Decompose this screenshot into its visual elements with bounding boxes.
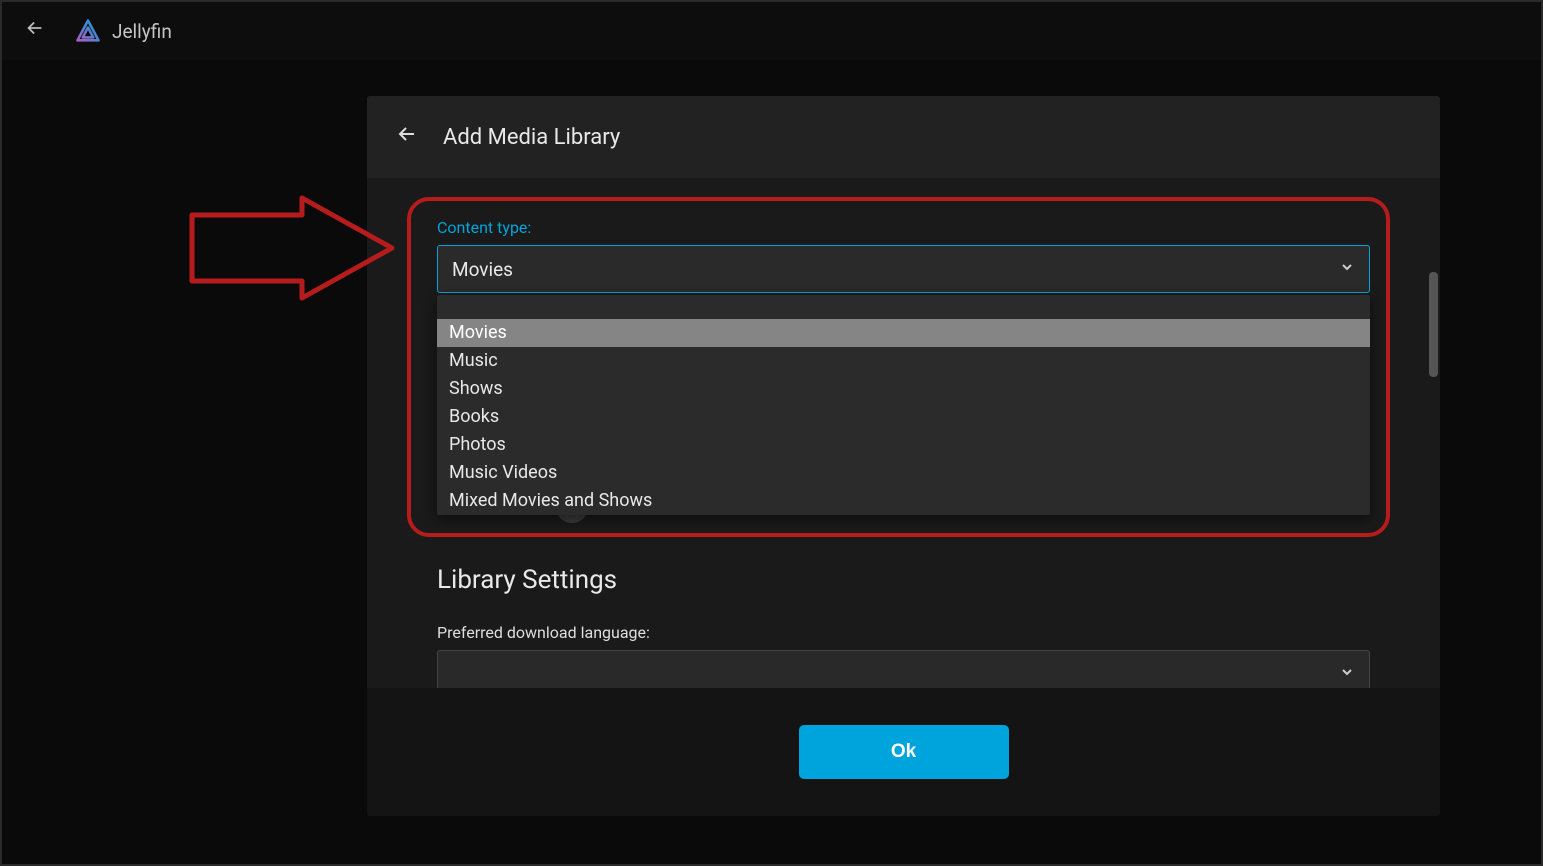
- dropdown-option-shows[interactable]: Shows: [437, 375, 1370, 403]
- dropdown-option-blank[interactable]: [437, 295, 1370, 319]
- content-type-dropdown: Movies Music Shows Books Photos Music Vi…: [437, 295, 1370, 515]
- top-bar: Jellyfin: [2, 2, 1541, 60]
- dropdown-option-mixed[interactable]: Mixed Movies and Shows: [437, 487, 1370, 515]
- jellyfin-logo-icon: [74, 17, 102, 45]
- scrollbar[interactable]: [1429, 272, 1438, 377]
- content-type-select-wrap: Movies Movies Music Shows Books Photos M…: [437, 245, 1370, 293]
- chevron-down-icon: [1339, 664, 1355, 684]
- add-library-dialog: Add Media Library Content type: Movies M…: [367, 96, 1440, 816]
- app-name: Jellyfin: [112, 20, 172, 43]
- content-type-select[interactable]: Movies: [437, 245, 1370, 293]
- dialog-footer: Ok: [367, 688, 1440, 816]
- preferred-language-label: Preferred download language:: [437, 623, 1370, 642]
- library-settings-heading: Library Settings: [437, 565, 1370, 595]
- back-arrow-icon[interactable]: [24, 17, 46, 45]
- ok-button[interactable]: Ok: [799, 725, 1009, 779]
- dropdown-option-photos[interactable]: Photos: [437, 431, 1370, 459]
- dropdown-option-music[interactable]: Music: [437, 347, 1370, 375]
- dialog-back-icon[interactable]: [395, 122, 419, 152]
- dropdown-option-books[interactable]: Books: [437, 403, 1370, 431]
- dropdown-option-movies[interactable]: Movies: [437, 319, 1370, 347]
- chevron-down-icon: [1339, 259, 1355, 279]
- content-type-selected-value: Movies: [452, 258, 513, 281]
- dialog-title: Add Media Library: [443, 125, 620, 150]
- content-type-label: Content type:: [437, 218, 1370, 237]
- dropdown-option-music-videos[interactable]: Music Videos: [437, 459, 1370, 487]
- preferred-language-select[interactable]: [437, 650, 1370, 688]
- app-logo[interactable]: Jellyfin: [74, 17, 172, 45]
- dialog-header: Add Media Library: [367, 96, 1440, 178]
- dialog-body: Content type: Movies Movies Music Shows …: [367, 178, 1440, 688]
